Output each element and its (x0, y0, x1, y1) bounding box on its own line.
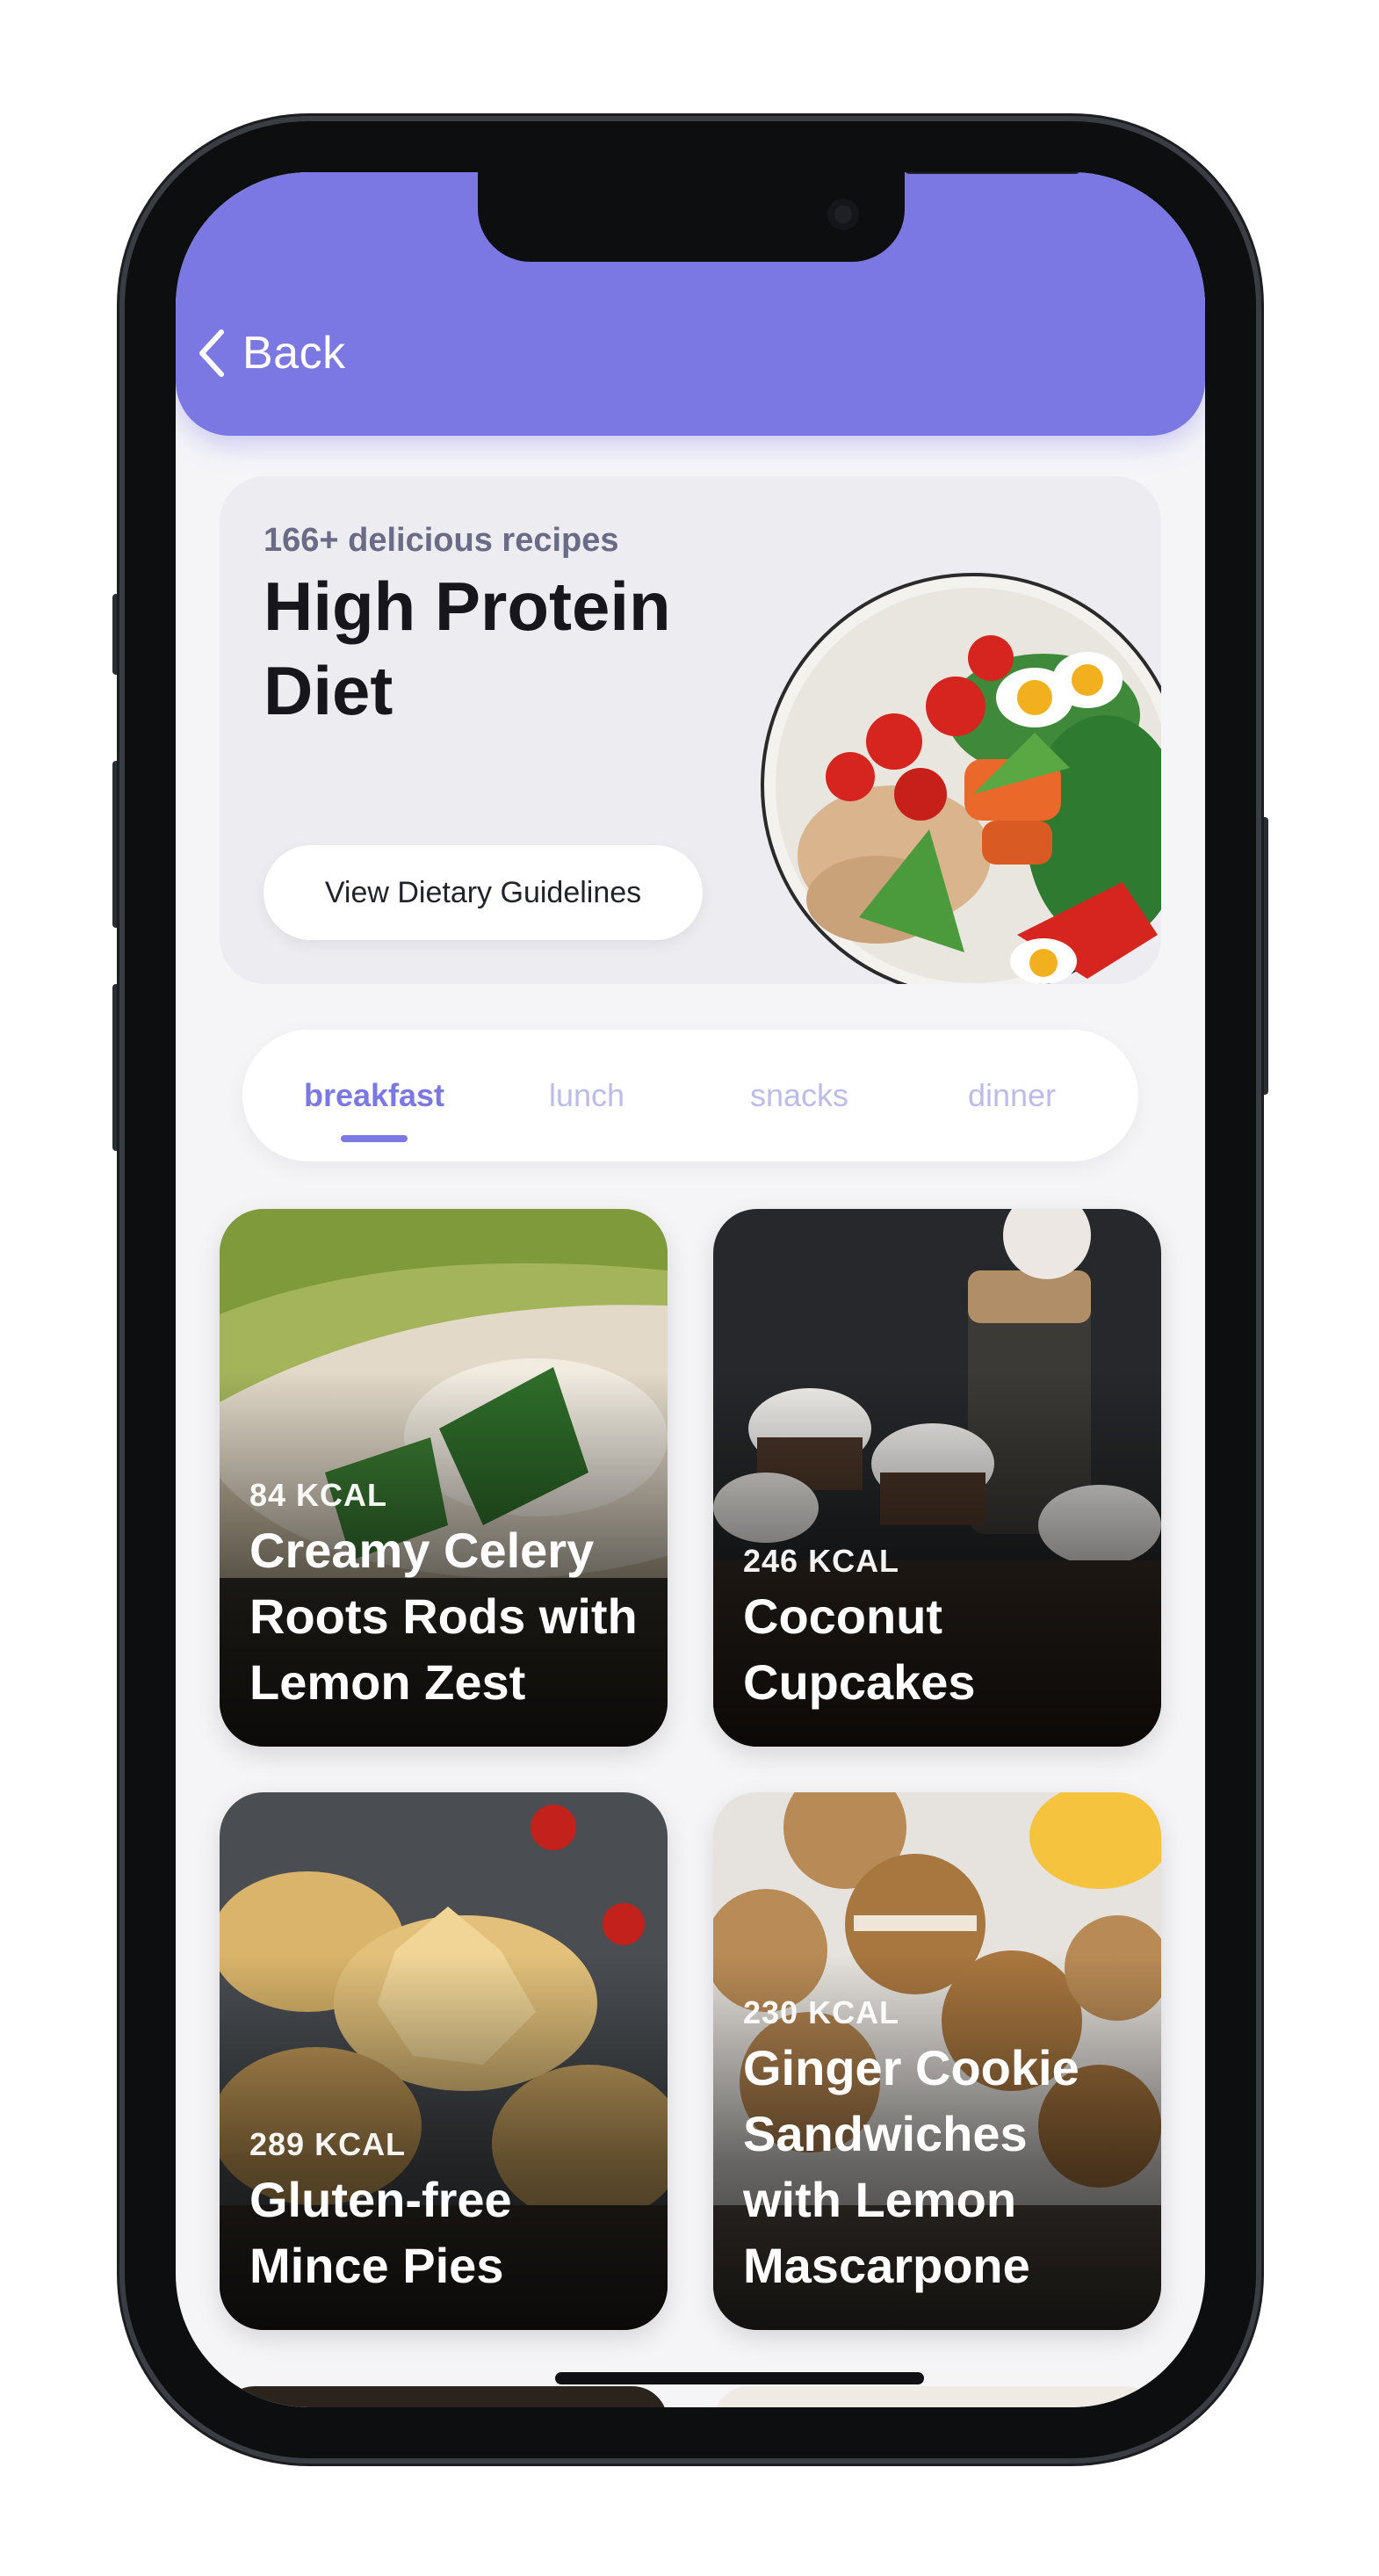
active-tab-indicator (341, 1135, 408, 1142)
recipe-card[interactable]: 230 KCAL Ginger Cookie Sandwiches with L… (713, 1792, 1161, 2330)
recipe-info: 84 KCAL Creamy Celery Roots Rods with Le… (249, 1477, 641, 1715)
tab-snacks[interactable]: snacks (694, 1030, 905, 1161)
tab-lunch[interactable]: lunch (481, 1030, 692, 1161)
app-screen: Back 166+ delicious recipes High Protein… (176, 172, 1205, 2407)
recipe-info: 289 KCAL Gluten-free Mince Pies (249, 2126, 641, 2298)
front-camera-icon (827, 199, 859, 230)
back-button[interactable]: Back (195, 318, 346, 388)
recipe-info: 230 KCAL Ginger Cookie Sandwiches with L… (743, 1994, 1135, 2298)
recipe-count: 166+ delicious recipes (264, 522, 619, 559)
recipe-name: Ginger Cookie Sandwiches with Lemon Masc… (743, 2040, 1079, 2293)
recipe-kcal: 84 KCAL (249, 1477, 388, 1513)
recipe-kcal: 230 KCAL (743, 1994, 900, 2030)
meal-tabs: breakfast lunch snacks dinner (242, 1030, 1138, 1161)
hero-card: 166+ delicious recipes High Protein Diet… (220, 476, 1161, 984)
silent-switch (112, 594, 123, 675)
recipe-info: 246 KCAL Coconut Cupcakes (743, 1543, 1135, 1715)
phone-frame: Back 166+ delicious recipes High Protein… (125, 121, 1256, 2458)
power-button (1258, 817, 1268, 1095)
tab-dinner[interactable]: dinner (906, 1030, 1117, 1161)
page-title: High Protein Diet (264, 568, 671, 729)
view-dietary-guidelines-button[interactable]: View Dietary Guidelines (264, 845, 703, 940)
home-indicator[interactable] (555, 2372, 924, 2384)
chevron-left-icon (199, 329, 224, 377)
recipe-kcal: 246 KCAL (743, 1543, 900, 1579)
recipe-card[interactable]: 289 KCAL Gluten-free Mince Pies (220, 1792, 668, 2330)
recipe-card[interactable]: 246 KCAL Coconut Cupcakes (713, 1209, 1161, 1747)
recipe-name: Gluten-free Mince Pies (249, 2172, 512, 2293)
recipe-name: Coconut Cupcakes (743, 1588, 976, 1710)
recipe-name: Creamy Celery Roots Rods with Lemon Zest (249, 1523, 638, 1710)
volume-down-button (112, 984, 123, 1151)
speaker-grille (905, 172, 1080, 174)
salad-plate-image (761, 573, 1161, 984)
volume-up-button (112, 761, 123, 928)
next-recipe-card-peek[interactable] (220, 2386, 668, 2407)
camera-notch (478, 172, 1080, 262)
recipe-kcal: 289 KCAL (249, 2126, 407, 2162)
back-label: Back (242, 328, 346, 379)
recipe-card[interactable]: 84 KCAL Creamy Celery Roots Rods with Le… (220, 1209, 668, 1747)
next-recipe-card-peek[interactable] (713, 2386, 1161, 2407)
